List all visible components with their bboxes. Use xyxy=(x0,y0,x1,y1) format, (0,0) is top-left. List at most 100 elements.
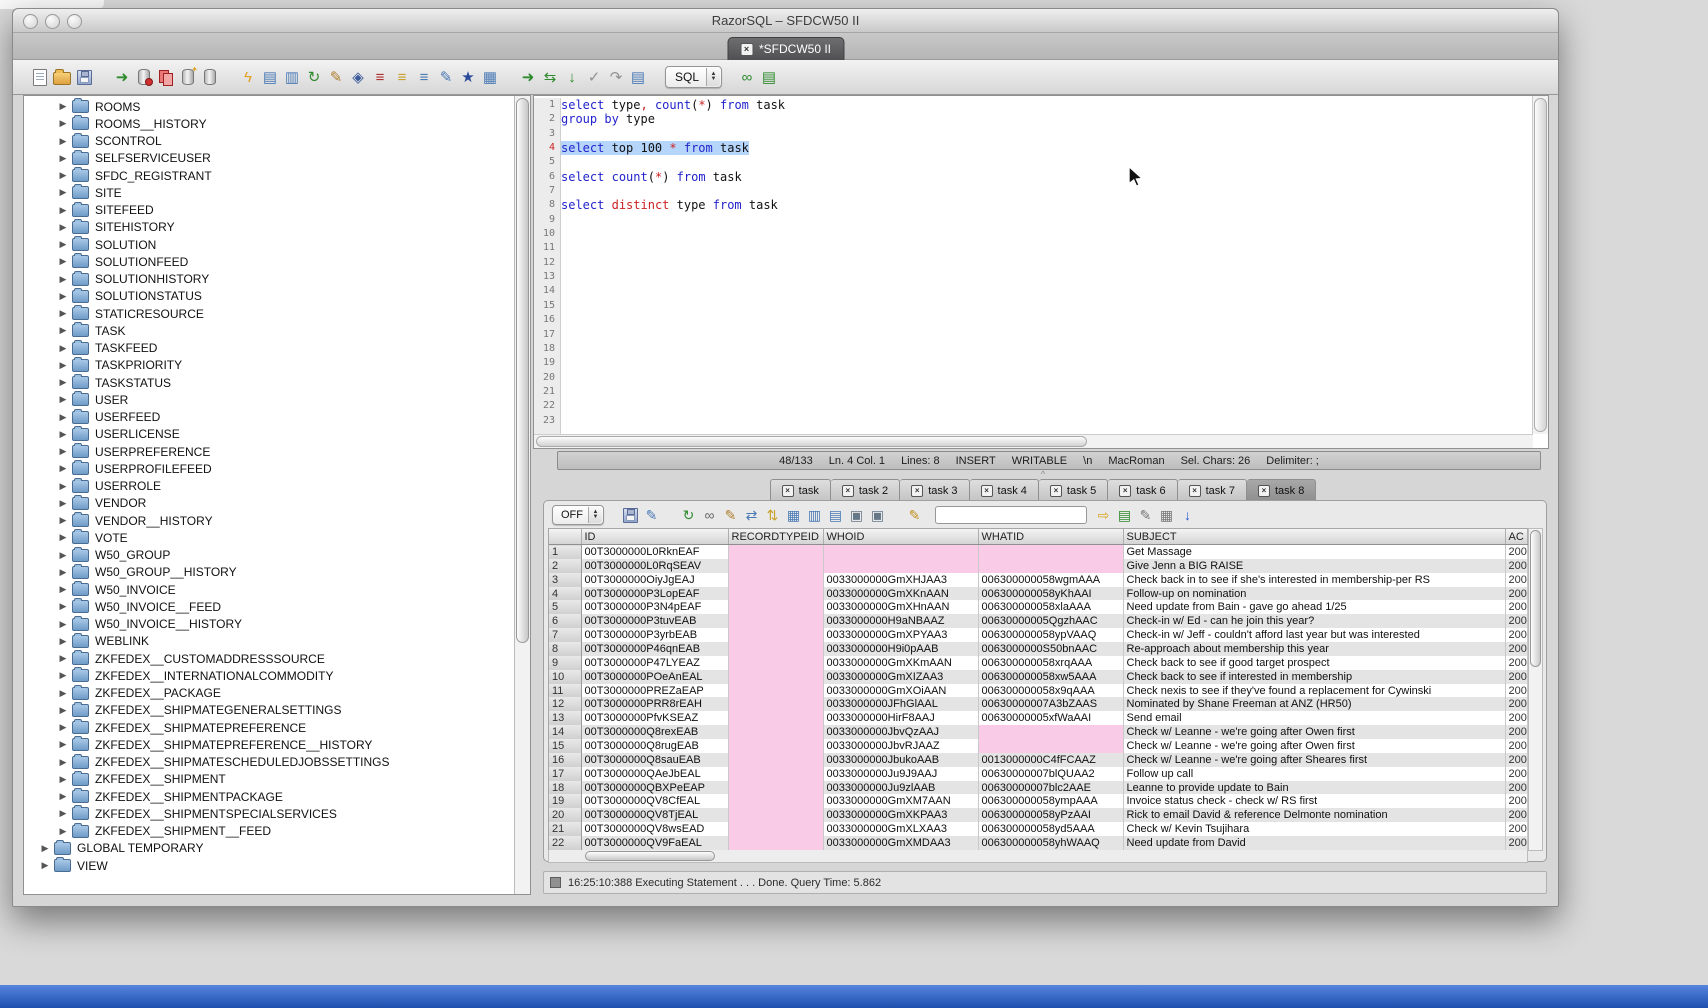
tree-item[interactable]: ▶GLOBAL TEMPORARY xyxy=(24,840,515,857)
disclosure-triangle-icon[interactable]: ▶ xyxy=(56,377,70,388)
row-number[interactable]: 15 xyxy=(549,739,581,753)
tree-item[interactable]: ▶ZKFEDEX__SHIPMENTSPECIALSERVICES xyxy=(24,805,515,822)
tab-task-3[interactable]: ×task 3 xyxy=(900,479,969,502)
tree-vertical-scrollbar[interactable] xyxy=(514,96,530,894)
tree-item[interactable]: ▶SITE xyxy=(24,184,515,201)
disclosure-triangle-icon[interactable]: ▶ xyxy=(56,567,70,578)
sql-editor[interactable]: 1234567891011121314151617181920212223 se… xyxy=(533,95,1549,449)
table-cell[interactable]: 00630000007A3bZAAS xyxy=(978,697,1123,711)
tree-item[interactable]: ▶USERPREFERENCE xyxy=(24,443,515,460)
row-number[interactable]: 10 xyxy=(549,670,581,684)
table-cell[interactable]: 00T3000000P3yrbEAB xyxy=(581,628,728,642)
table-cell[interactable]: 0033000000GmXKnAAN xyxy=(823,587,978,601)
row-number[interactable]: 6 xyxy=(549,614,581,628)
table-cell[interactable]: 00T3000000Q8rugEAB xyxy=(581,739,728,753)
tree-item[interactable]: ▶ZKFEDEX__PACKAGE xyxy=(24,685,515,702)
tree-item[interactable]: ▶TASK xyxy=(24,322,515,339)
table-cell[interactable]: 200 xyxy=(1505,642,1527,656)
disclosure-triangle-icon[interactable]: ▶ xyxy=(56,481,70,492)
column-header[interactable]: WHATID xyxy=(978,529,1123,545)
column-header[interactable]: WHOID xyxy=(823,529,978,545)
tree-item[interactable]: ▶SOLUTIONHISTORY xyxy=(24,271,515,288)
disclosure-triangle-icon[interactable]: ▶ xyxy=(56,118,70,129)
tree-item[interactable]: ▶VOTE xyxy=(24,529,515,546)
editor-line[interactable] xyxy=(561,399,1532,413)
row-number[interactable]: 9 xyxy=(549,656,581,670)
open-file-button[interactable] xyxy=(51,65,73,89)
table-cell[interactable]: 200 xyxy=(1505,739,1527,753)
column-view-button[interactable]: ▤ xyxy=(825,504,846,526)
refresh-button[interactable]: ↻ xyxy=(303,65,325,89)
table-cell[interactable]: 006300000058wgmAAA xyxy=(978,573,1123,587)
editor-line[interactable]: select distinct type from task xyxy=(561,198,1532,212)
table-cell[interactable] xyxy=(728,559,823,573)
table-cell[interactable] xyxy=(823,545,978,559)
table-cell[interactable] xyxy=(978,739,1123,753)
table-cell[interactable]: Get Massage xyxy=(1123,545,1505,559)
row-number[interactable]: 14 xyxy=(549,725,581,739)
disclosure-triangle-icon[interactable]: ▶ xyxy=(56,308,70,319)
tree-item[interactable]: ▶ZKFEDEX__INTERNATIONALCOMMODITY xyxy=(24,667,515,684)
table-cell[interactable] xyxy=(823,559,978,573)
tree-item[interactable]: ▶ZKFEDEX__SHIPMENTPACKAGE xyxy=(24,788,515,805)
table-cell[interactable]: 200 xyxy=(1505,711,1527,725)
table-cell[interactable]: 006300000058ypVAAQ xyxy=(978,628,1123,642)
row-number[interactable]: 22 xyxy=(549,836,581,850)
table-cell[interactable]: 0033000000JbvQzAAJ xyxy=(823,725,978,739)
tree-item[interactable]: ▶VIEW xyxy=(24,857,515,874)
table-cell[interactable]: Send email xyxy=(1123,711,1505,725)
fetch-more-button[interactable]: ↓ xyxy=(1177,504,1198,526)
disclosure-triangle-icon[interactable]: ▶ xyxy=(56,274,70,285)
copy-results-button[interactable]: ▣ xyxy=(846,504,867,526)
table-cell[interactable]: 006300000058yhWAAQ xyxy=(978,836,1123,850)
editor-line[interactable]: select count(*) from task xyxy=(561,170,1532,184)
close-icon[interactable]: × xyxy=(1119,485,1131,497)
sort-rows-button[interactable]: ⇅ xyxy=(762,504,783,526)
tree-item[interactable]: ▶ROOMS xyxy=(24,98,515,115)
disclosure-triangle-icon[interactable]: ▶ xyxy=(56,412,70,423)
new-file-button[interactable] xyxy=(29,65,51,89)
tree-item[interactable]: ▶VENDOR xyxy=(24,495,515,512)
redo-button[interactable]: ↷ xyxy=(605,65,627,89)
table-cell[interactable]: 00T3000000Q8sauEAB xyxy=(581,753,728,767)
titlebar[interactable]: RazorSQL – SFDCW50 II xyxy=(13,9,1558,33)
disclosure-triangle-icon[interactable]: ▶ xyxy=(56,636,70,647)
table-cell[interactable]: 00T3000000L0RknEAF xyxy=(581,545,728,559)
describe-table-button[interactable]: ∞ xyxy=(736,65,758,89)
tree-item[interactable]: ▶W50_INVOICE__FEED xyxy=(24,598,515,615)
tree-item[interactable]: ▶TASKPRIORITY xyxy=(24,357,515,374)
validate-button[interactable]: ✓ xyxy=(583,65,605,89)
row-number[interactable]: 12 xyxy=(549,697,581,711)
tree-item[interactable]: ▶ZKFEDEX__SHIPMENT xyxy=(24,771,515,788)
highlight-button[interactable]: ✎ xyxy=(904,504,925,526)
table-cell[interactable]: 0033000000JFhGlAAL xyxy=(823,697,978,711)
editor-line[interactable] xyxy=(561,385,1532,399)
editor-line[interactable] xyxy=(561,328,1532,342)
tree-item[interactable]: ▶TASKFEED xyxy=(24,340,515,357)
limit-select[interactable]: OFF ▲▼ xyxy=(552,505,604,525)
disclosure-triangle-icon[interactable]: ▶ xyxy=(56,153,70,164)
disclosure-triangle-icon[interactable]: ▶ xyxy=(56,360,70,371)
tree-item[interactable]: ▶ZKFEDEX__SHIPMATEPREFERENCE xyxy=(24,719,515,736)
results-search-input[interactable] xyxy=(935,506,1087,524)
switch-connection-button[interactable]: ⇆ xyxy=(539,65,561,89)
table-cell[interactable]: Leanne to provide update to Bain xyxy=(1123,781,1505,795)
table-cell[interactable]: 0033000000Ju9J9AAJ xyxy=(823,767,978,781)
editor-horizontal-scrollbar[interactable] xyxy=(534,434,1533,448)
table-cell[interactable]: 00T3000000POeAnEAL xyxy=(581,670,728,684)
disclosure-triangle-icon[interactable]: ▶ xyxy=(56,601,70,612)
table-cell[interactable]: 00T3000000QAeJbEAL xyxy=(581,767,728,781)
disclosure-triangle-icon[interactable]: ▶ xyxy=(56,325,70,336)
tab-task-8[interactable]: ×task 8 xyxy=(1247,479,1316,502)
table-cell[interactable]: 006300000058xw5AAA xyxy=(978,670,1123,684)
grid-options-button[interactable]: ▦ xyxy=(1156,504,1177,526)
tree-item[interactable]: ▶W50_GROUP__HISTORY xyxy=(24,564,515,581)
disclosure-triangle-icon[interactable]: ▶ xyxy=(56,757,70,768)
table-cell[interactable]: 0033000000Ju9zlAAB xyxy=(823,781,978,795)
table-cell[interactable]: 0033000000GmXM7AAN xyxy=(823,794,978,808)
tree-item[interactable]: ▶USERROLE xyxy=(24,478,515,495)
table-cell[interactable]: Nominated by Shane Freeman at ANZ (HR50) xyxy=(1123,697,1505,711)
table-cell[interactable]: 00T3000000PfvKSEAZ xyxy=(581,711,728,725)
table-cell[interactable] xyxy=(728,670,823,684)
tree-item[interactable]: ▶ZKFEDEX__CUSTOMADDRESSSOURCE xyxy=(24,650,515,667)
